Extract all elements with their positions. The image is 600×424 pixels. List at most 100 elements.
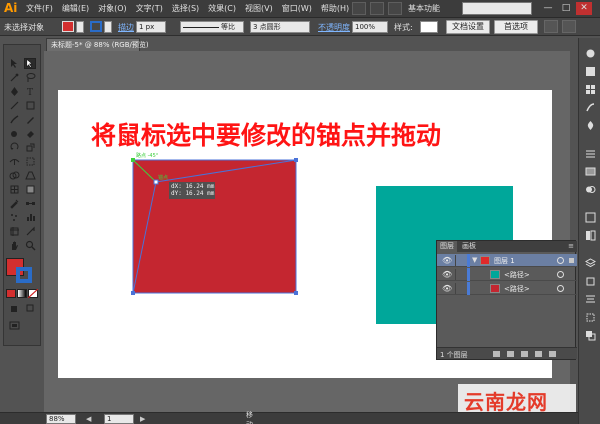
path-name[interactable]: <路径> xyxy=(504,284,530,294)
stroke-profile-select[interactable]: 等比 xyxy=(180,21,244,33)
scale-tool-icon[interactable] xyxy=(24,142,36,153)
gradient-tool-icon[interactable] xyxy=(24,184,36,195)
hand-tool-icon[interactable] xyxy=(8,240,20,251)
pathfinder-icon[interactable] xyxy=(584,330,596,341)
menu-type[interactable]: 文字(T) xyxy=(136,3,163,14)
document-setup-button[interactable]: 文档设置 xyxy=(446,20,490,34)
workspace-switch-icon[interactable] xyxy=(388,2,402,15)
style-swatch[interactable] xyxy=(420,21,438,33)
symbol-sprayer-tool-icon[interactable] xyxy=(8,212,20,223)
rectangle-tool-icon[interactable] xyxy=(24,100,36,111)
menu-window[interactable]: 窗口(W) xyxy=(282,3,312,14)
panel-menu-icon[interactable] xyxy=(562,20,576,33)
align-icon[interactable] xyxy=(544,20,558,33)
eraser-tool-icon[interactable] xyxy=(24,128,36,139)
layer-name[interactable]: 图层 1 xyxy=(494,256,515,266)
width-tool-icon[interactable] xyxy=(8,156,20,167)
lock-toggle[interactable] xyxy=(455,283,465,294)
path-name[interactable]: <路径> xyxy=(504,270,530,280)
preferences-button[interactable]: 首选项 xyxy=(494,20,538,34)
fill-dropdown[interactable] xyxy=(76,21,84,33)
menu-file[interactable]: 文件(F) xyxy=(26,3,53,14)
pen-tool-icon[interactable] xyxy=(8,86,20,97)
screen-mode-icon[interactable] xyxy=(8,320,20,331)
layers-panel-icon[interactable] xyxy=(584,258,596,269)
expand-triangle-icon[interactable]: ▼ xyxy=(472,256,477,264)
type-tool-icon[interactable]: T xyxy=(24,86,36,97)
rotate-tool-icon[interactable] xyxy=(8,142,20,153)
artboards-panel-icon[interactable] xyxy=(584,276,596,287)
bridge-icon[interactable] xyxy=(352,2,366,15)
symbols-icon[interactable] xyxy=(584,120,596,131)
opacity-field[interactable]: 100% xyxy=(352,21,388,33)
transparency-icon[interactable] xyxy=(584,184,596,195)
menu-effect[interactable]: 效果(C) xyxy=(208,3,236,14)
target-circle-icon[interactable] xyxy=(557,285,564,292)
perspective-grid-tool-icon[interactable] xyxy=(24,170,36,181)
maximize-button[interactable]: □ xyxy=(558,2,574,15)
blob-brush-tool-icon[interactable] xyxy=(8,128,20,139)
brushes-icon[interactable] xyxy=(584,102,596,113)
selection-indicator[interactable] xyxy=(569,258,574,263)
new-layer-icon[interactable] xyxy=(535,351,542,357)
visibility-eye-icon[interactable]: 👁 xyxy=(442,284,452,293)
target-circle-icon[interactable] xyxy=(557,271,564,278)
appearance-icon[interactable] xyxy=(584,212,596,223)
selection-tool-icon[interactable] xyxy=(8,58,20,69)
column-graph-tool-icon[interactable] xyxy=(24,212,36,223)
arrange-documents-icon[interactable] xyxy=(370,2,384,15)
swatches-icon[interactable] xyxy=(584,84,596,95)
zoom-field[interactable]: 88% xyxy=(46,414,76,424)
shape-builder-tool-icon[interactable] xyxy=(8,170,20,181)
menu-view[interactable]: 视图(V) xyxy=(245,3,273,14)
minimize-button[interactable]: — xyxy=(540,2,556,15)
first-page-icon[interactable]: ◀ xyxy=(86,415,91,423)
lock-toggle[interactable] xyxy=(455,255,465,266)
color-panel-icon[interactable] xyxy=(584,48,596,59)
menu-help[interactable]: 帮助(H) xyxy=(321,3,349,14)
stroke-weight-field[interactable]: 1 px xyxy=(136,21,166,33)
locate-object-icon[interactable] xyxy=(493,351,500,357)
document-tab[interactable]: 未标题-5* @ 88% (RGB/预览) xyxy=(46,38,149,51)
menu-select[interactable]: 选择(S) xyxy=(172,3,199,14)
transform-panel-icon[interactable] xyxy=(584,312,596,323)
color-mode-icon[interactable] xyxy=(6,289,16,298)
slice-tool-icon[interactable] xyxy=(24,226,36,237)
color-guide-icon[interactable] xyxy=(584,66,596,77)
visibility-eye-icon[interactable]: 👁 xyxy=(442,256,452,265)
workspace-selector[interactable]: 基本功能 xyxy=(408,3,440,14)
mesh-tool-icon[interactable] xyxy=(8,184,20,195)
clipping-mask-icon[interactable] xyxy=(507,351,514,357)
panel-options-icon[interactable]: ≡ xyxy=(568,242,574,250)
eyedropper-tool-icon[interactable] xyxy=(8,198,20,209)
opacity-label[interactable]: 不透明度 xyxy=(318,22,350,33)
magic-wand-tool-icon[interactable] xyxy=(8,72,20,83)
target-circle-icon[interactable] xyxy=(557,257,564,264)
paintbrush-tool-icon[interactable] xyxy=(8,114,20,125)
path-row[interactable]: 👁 <路径> xyxy=(437,282,577,295)
lock-toggle[interactable] xyxy=(455,269,465,280)
draw-behind-icon[interactable] xyxy=(24,303,36,314)
gradient-mode-icon[interactable] xyxy=(17,289,27,298)
stroke-panel-icon[interactable] xyxy=(584,148,596,159)
visibility-eye-icon[interactable]: 👁 xyxy=(442,270,452,279)
close-button[interactable]: ✕ xyxy=(576,2,592,15)
path-row[interactable]: 👁 <路径> xyxy=(437,268,577,281)
brush-select[interactable]: 3 点圆形 xyxy=(250,21,310,33)
tab-artboards[interactable]: 画板 xyxy=(459,241,479,252)
menu-edit[interactable]: 编辑(E) xyxy=(62,3,89,14)
stroke-swatch[interactable] xyxy=(90,21,102,32)
stroke-label[interactable]: 描边 xyxy=(118,22,134,33)
draw-mode-icon[interactable] xyxy=(8,303,20,314)
layer-row[interactable]: 👁 ▼ 图层 1 xyxy=(437,254,577,267)
lasso-tool-icon[interactable] xyxy=(24,72,36,83)
blend-tool-icon[interactable] xyxy=(24,198,36,209)
none-mode-icon[interactable] xyxy=(28,289,38,298)
page-field[interactable]: 1 xyxy=(104,414,134,424)
graphic-styles-icon[interactable] xyxy=(584,230,596,241)
menu-object[interactable]: 对象(O) xyxy=(98,3,127,14)
new-sublayer-icon[interactable] xyxy=(521,351,528,357)
delete-layer-icon[interactable] xyxy=(549,351,556,357)
free-transform-tool-icon[interactable] xyxy=(24,156,36,167)
align-panel-icon[interactable] xyxy=(584,294,596,305)
